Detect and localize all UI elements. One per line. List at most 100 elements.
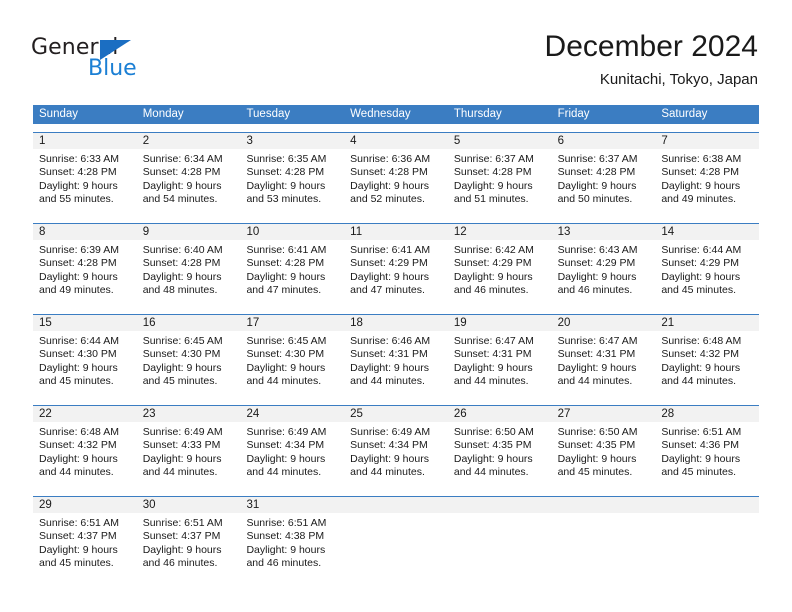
day-number[interactable]: 26 [448, 406, 552, 422]
day-cell[interactable]: Sunrise: 6:36 AM Sunset: 4:28 PM Dayligh… [344, 149, 448, 215]
day-number[interactable]: 22 [33, 406, 137, 422]
day-cell[interactable]: Sunrise: 6:35 AM Sunset: 4:28 PM Dayligh… [240, 149, 344, 215]
day-number[interactable]: 20 [552, 315, 656, 331]
daylight-text: Daylight: 9 hours [246, 543, 326, 556]
day-cell[interactable]: Sunrise: 6:43 AM Sunset: 4:29 PM Dayligh… [552, 240, 656, 306]
day-number[interactable]: 3 [240, 133, 344, 149]
sunset-text: Sunset: 4:28 PM [350, 166, 428, 179]
day-cell[interactable]: Sunrise: 6:45 AM Sunset: 4:30 PM Dayligh… [137, 331, 241, 397]
daylight-text-cont: and 44 minutes. [246, 375, 322, 388]
sunrise-text: Sunrise: 6:37 AM [557, 153, 638, 165]
day-number[interactable]: 14 [655, 224, 759, 240]
sunrise-text: Sunrise: 6:51 AM [661, 426, 742, 438]
day-cell[interactable]: Sunrise: 6:34 AM Sunset: 4:28 PM Dayligh… [137, 149, 241, 215]
day-number[interactable]: 30 [137, 497, 241, 513]
day-cell[interactable]: Sunrise: 6:49 AM Sunset: 4:33 PM Dayligh… [137, 422, 241, 488]
day-number[interactable]: 15 [33, 315, 137, 331]
day-number[interactable]: 17 [240, 315, 344, 331]
day-number[interactable]: 4 [344, 133, 448, 149]
week-detail-band: Sunrise: 6:48 AM Sunset: 4:32 PM Dayligh… [33, 422, 759, 488]
day-number[interactable]: 19 [448, 315, 552, 331]
day-cell[interactable]: Sunrise: 6:45 AM Sunset: 4:30 PM Dayligh… [240, 331, 344, 397]
day-number[interactable]: 5 [448, 133, 552, 149]
day-cell[interactable]: Sunrise: 6:40 AM Sunset: 4:28 PM Dayligh… [137, 240, 241, 306]
day-number[interactable]: 23 [137, 406, 241, 422]
day-cell[interactable]: Sunrise: 6:41 AM Sunset: 4:28 PM Dayligh… [240, 240, 344, 306]
sunset-text: Sunset: 4:38 PM [246, 530, 325, 543]
daylight-text-cont: and 45 minutes. [142, 375, 218, 388]
day-number[interactable]: 18 [344, 315, 448, 331]
day-number[interactable]: 28 [655, 406, 759, 422]
daylight-text-cont: and 54 minutes. [142, 193, 218, 206]
daylight-text: Daylight: 9 hours [557, 179, 637, 192]
page-header: General Blue December 2024 Kunitachi, To… [0, 0, 792, 100]
day-number[interactable]: 2 [137, 133, 241, 149]
day-number[interactable]: 11 [344, 224, 448, 240]
day-cell[interactable]: Sunrise: 6:51 AM Sunset: 4:38 PM Dayligh… [240, 513, 344, 579]
sunrise-text: Sunrise: 6:40 AM [142, 244, 223, 256]
day-cell[interactable]: Sunrise: 6:50 AM Sunset: 4:35 PM Dayligh… [552, 422, 656, 488]
week-detail-band: Sunrise: 6:39 AM Sunset: 4:28 PM Dayligh… [33, 240, 759, 306]
day-cell[interactable]: Sunrise: 6:44 AM Sunset: 4:29 PM Dayligh… [655, 240, 759, 306]
day-number[interactable]: 9 [137, 224, 241, 240]
week-daynumber-band: 15 16 17 18 19 20 21 [33, 315, 759, 331]
daylight-text: Daylight: 9 hours [142, 543, 222, 556]
day-number[interactable]: 29 [33, 497, 137, 513]
daylight-text: Daylight: 9 hours [142, 361, 222, 374]
day-number[interactable]: 21 [655, 315, 759, 331]
sunrise-text: Sunrise: 6:51 AM [246, 517, 327, 529]
day-cell[interactable]: Sunrise: 6:47 AM Sunset: 4:31 PM Dayligh… [448, 331, 552, 397]
day-cell[interactable]: Sunrise: 6:42 AM Sunset: 4:29 PM Dayligh… [448, 240, 552, 306]
day-cell[interactable]: Sunrise: 6:51 AM Sunset: 4:37 PM Dayligh… [33, 513, 137, 579]
day-cell[interactable]: Sunrise: 6:49 AM Sunset: 4:34 PM Dayligh… [344, 422, 448, 488]
day-cell[interactable]: Sunrise: 6:39 AM Sunset: 4:28 PM Dayligh… [33, 240, 137, 306]
sunset-text: Sunset: 4:29 PM [661, 257, 739, 270]
day-number[interactable]: 13 [552, 224, 656, 240]
day-number[interactable]: 24 [240, 406, 344, 422]
day-cell[interactable]: Sunrise: 6:41 AM Sunset: 4:29 PM Dayligh… [344, 240, 448, 306]
day-number[interactable]: 1 [33, 133, 137, 149]
daylight-text-cont: and 44 minutes. [142, 466, 218, 479]
day-cell[interactable]: Sunrise: 6:37 AM Sunset: 4:28 PM Dayligh… [448, 149, 552, 215]
sunset-text: Sunset: 4:35 PM [453, 439, 532, 452]
daylight-text-cont: and 47 minutes. [350, 284, 425, 297]
sunset-text: Sunset: 4:28 PM [142, 166, 221, 179]
day-number[interactable]: 10 [240, 224, 344, 240]
daylight-text: Daylight: 9 hours [246, 361, 326, 374]
calendar-week-row: 15 16 17 18 19 20 21 Sunrise: 6:44 AM Su… [33, 314, 759, 397]
daylight-text: Daylight: 9 hours [661, 270, 741, 283]
day-cell[interactable]: Sunrise: 6:51 AM Sunset: 4:36 PM Dayligh… [655, 422, 759, 488]
day-cell[interactable]: Sunrise: 6:49 AM Sunset: 4:34 PM Dayligh… [240, 422, 344, 488]
sunrise-text: Sunrise: 6:50 AM [453, 426, 534, 438]
day-cell[interactable]: Sunrise: 6:44 AM Sunset: 4:30 PM Dayligh… [33, 331, 137, 397]
day-number[interactable]: 12 [448, 224, 552, 240]
day-cell[interactable]: Sunrise: 6:51 AM Sunset: 4:37 PM Dayligh… [137, 513, 241, 579]
day-cell-empty [448, 513, 552, 579]
day-cell[interactable]: Sunrise: 6:46 AM Sunset: 4:31 PM Dayligh… [344, 331, 448, 397]
day-number[interactable]: 25 [344, 406, 448, 422]
daylight-text: Daylight: 9 hours [142, 270, 222, 283]
daylight-text-cont: and 44 minutes. [557, 375, 633, 388]
sunset-text: Sunset: 4:28 PM [39, 257, 117, 270]
sunset-text: Sunset: 4:29 PM [350, 257, 428, 270]
day-cell[interactable]: Sunrise: 6:48 AM Sunset: 4:32 PM Dayligh… [655, 331, 759, 397]
day-number[interactable]: 8 [33, 224, 137, 240]
daylight-text: Daylight: 9 hours [661, 361, 741, 374]
day-cell[interactable]: Sunrise: 6:37 AM Sunset: 4:28 PM Dayligh… [552, 149, 656, 215]
day-cell[interactable]: Sunrise: 6:48 AM Sunset: 4:32 PM Dayligh… [33, 422, 137, 488]
weekday-header-thursday: Thursday [453, 108, 502, 120]
day-number[interactable]: 7 [655, 133, 759, 149]
day-number[interactable]: 16 [137, 315, 241, 331]
sunset-text: Sunset: 4:37 PM [39, 530, 117, 543]
day-cell[interactable]: Sunrise: 6:33 AM Sunset: 4:28 PM Dayligh… [33, 149, 137, 215]
daylight-text-cont: and 46 minutes. [142, 557, 218, 570]
day-number-empty [655, 497, 759, 513]
day-cell[interactable]: Sunrise: 6:38 AM Sunset: 4:28 PM Dayligh… [655, 149, 759, 215]
day-cell[interactable]: Sunrise: 6:50 AM Sunset: 4:35 PM Dayligh… [448, 422, 552, 488]
day-number[interactable]: 27 [552, 406, 656, 422]
day-number[interactable]: 31 [240, 497, 344, 513]
daylight-text: Daylight: 9 hours [453, 270, 533, 283]
day-cell[interactable]: Sunrise: 6:47 AM Sunset: 4:31 PM Dayligh… [552, 331, 656, 397]
day-number[interactable]: 6 [552, 133, 656, 149]
daylight-text-cont: and 44 minutes. [453, 375, 529, 388]
